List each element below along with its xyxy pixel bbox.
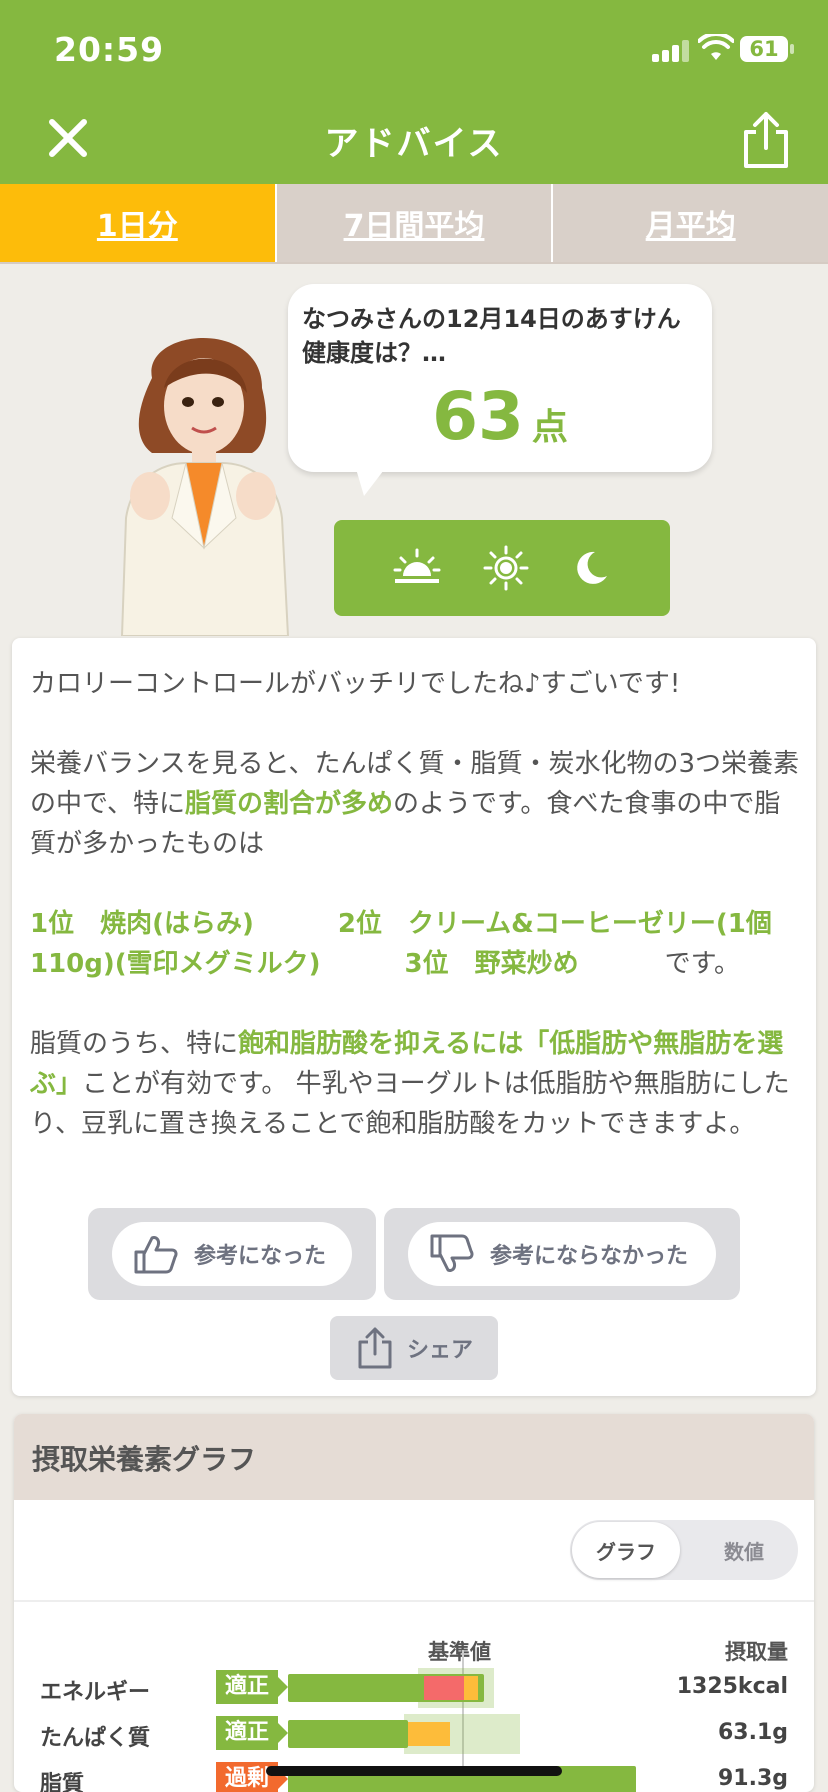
nutrient-row-fat: 脂質 過剰 91.3g xyxy=(14,1760,814,1792)
nutrient-name: エネルギー xyxy=(40,1680,151,1705)
score-value: 63 xyxy=(432,378,524,455)
rank-1: 1位 焼肉(はらみ) xyxy=(30,909,254,939)
nutrient-graph-title: 摂取栄養素グラフ xyxy=(14,1414,814,1500)
column-intake: 摂取量 xyxy=(725,1640,788,1664)
thumbs-up-icon xyxy=(134,1236,178,1274)
share-icon[interactable] xyxy=(738,110,794,170)
intake-value: 1325kcal xyxy=(676,1674,788,1699)
score-bubble: なつみさんの12月14日のあすけん健康度は？… 63 点 xyxy=(288,284,712,472)
helpful-label: 参考になった xyxy=(194,1244,327,1269)
advice-paragraph-1: カロリーコントロールがバッチリでしたね♪すごいです! xyxy=(30,669,681,699)
wifi-icon xyxy=(698,34,734,60)
sunrise-icon[interactable] xyxy=(393,548,441,588)
status-badge: 適正 xyxy=(216,1670,288,1704)
intake-bar-overlay xyxy=(424,1676,464,1700)
nav-bar: アドバイス xyxy=(0,92,828,184)
intake-value: 63.1g xyxy=(717,1720,788,1745)
toggle-value[interactable]: 数値 xyxy=(690,1520,798,1580)
nutrient-graph-card: 摂取栄養素グラフ グラフ 数値 基準値 摂取量 エネルギー 適正 1325kca… xyxy=(14,1414,814,1792)
page-title: アドバイス xyxy=(324,124,504,164)
battery-icon: 61 xyxy=(740,36,794,62)
share-label: シェア xyxy=(406,1338,473,1363)
divider xyxy=(14,1600,814,1602)
intake-bar xyxy=(288,1720,408,1748)
bubble-tail xyxy=(354,462,390,496)
column-standard: 基準値 xyxy=(428,1640,491,1664)
tab-7day-average[interactable]: 7日間平均 xyxy=(274,184,552,262)
status-time: 20:59 xyxy=(54,30,165,69)
not-helpful-label: 参考にならなかった xyxy=(490,1244,689,1269)
intake-bar-overlay xyxy=(464,1676,478,1700)
health-score: 63 点 xyxy=(302,378,698,455)
not-helpful-button-container: 参考にならなかった xyxy=(384,1208,740,1300)
advice-paragraph-3: 脂質のうち、特に飽和脂肪酸を抑えるには「低脂肪や無脂肪を選ぶ」ことが有効です。 … xyxy=(30,1029,790,1139)
nutrient-name: たんぱく質 xyxy=(40,1726,151,1751)
home-indicator xyxy=(266,1766,562,1776)
helpful-button[interactable]: 参考になった xyxy=(112,1222,352,1286)
thumbs-down-icon xyxy=(430,1234,474,1272)
advice-ranking: 1位 焼肉(はらみ) 2位 クリーム&コーヒーゼリー(1個110g)(雪印メグミル… xyxy=(30,904,804,984)
tab-monthly-average[interactable]: 月平均 xyxy=(551,184,828,262)
nutrient-row-energy: エネルギー 適正 1325kcal xyxy=(14,1668,814,1708)
status-bar: 20:59 61 xyxy=(0,0,828,92)
toggle-graph[interactable]: グラフ xyxy=(572,1522,680,1578)
score-question: なつみさんの12月14日のあすけん健康度は？… xyxy=(302,305,681,367)
helpful-button-container: 参考になった xyxy=(88,1208,376,1300)
cellular-signal-icon xyxy=(652,40,692,62)
moon-icon[interactable] xyxy=(571,548,611,588)
nutrient-row-protein: たんぱく質 適正 63.1g xyxy=(14,1714,814,1754)
score-unit: 点 xyxy=(531,407,568,448)
period-tabs: 1日分 7日間平均 月平均 xyxy=(0,184,828,264)
tab-1day[interactable]: 1日分 xyxy=(0,184,275,262)
intake-bar-overlay xyxy=(408,1722,450,1746)
advice-highlight: 脂質の割合が多め xyxy=(184,789,393,819)
share-button[interactable]: シェア xyxy=(330,1316,498,1380)
sun-icon[interactable] xyxy=(483,545,529,591)
status-badge: 適正 xyxy=(216,1716,288,1750)
nutrient-name: 脂質 xyxy=(40,1772,85,1792)
advisor-illustration xyxy=(120,338,290,636)
rank-3: 3位 野菜炒め xyxy=(404,949,579,979)
share-icon xyxy=(358,1327,392,1369)
advice-text: カロリーコントロールがバッチリでしたね♪すごいです! 栄養バランスを見ると、たん… xyxy=(30,664,804,1184)
graph-value-toggle[interactable]: グラフ 数値 xyxy=(570,1520,798,1580)
rank-tail: です。 xyxy=(664,949,741,979)
intake-value: 91.3g xyxy=(717,1766,788,1791)
not-helpful-button[interactable]: 参考にならなかった xyxy=(408,1222,716,1286)
advice-paragraph-2: 栄養バランスを見ると、たんぱく質・脂質・炭水化物の3つ栄養素の中で、特に脂質の割… xyxy=(30,749,799,859)
meal-selector xyxy=(334,520,670,616)
